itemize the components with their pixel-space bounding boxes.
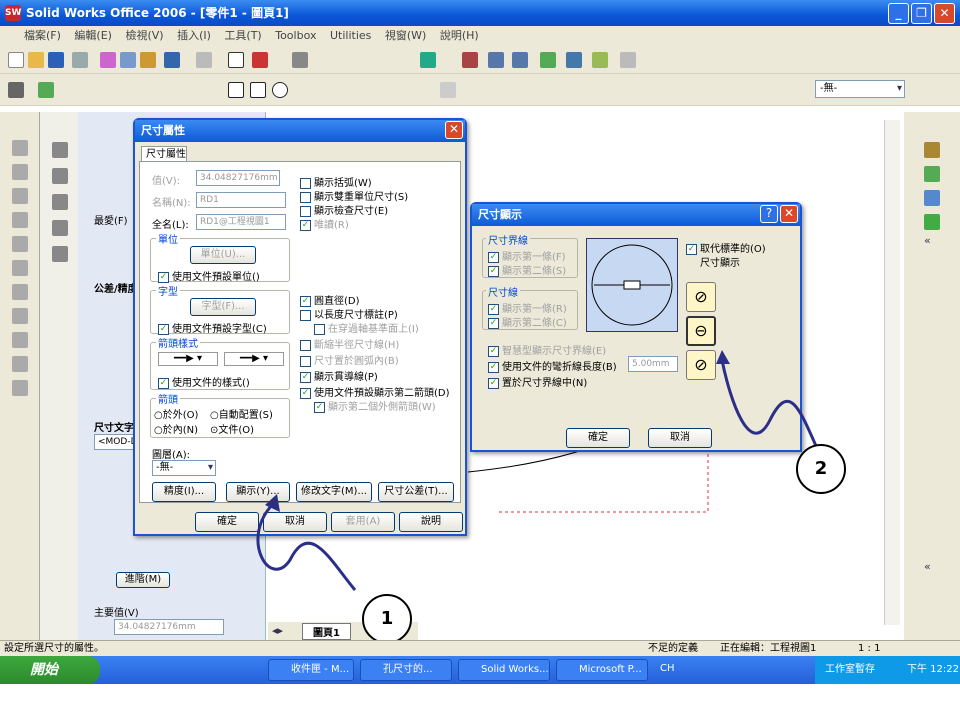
page-bottom-margin [0, 684, 960, 720]
status-message: 設定所選尺寸的屬性。 [4, 643, 104, 654]
taskbar: 開始 收件匣 - M... 孔尺寸的... Solid Works... Mic… [0, 656, 960, 684]
task-inbox[interactable]: 收件匣 - M... [268, 659, 354, 681]
status-definition: 不足的定義 [648, 643, 698, 654]
status-editing: 正在編輯：工程視圖1 [720, 643, 817, 654]
callout-1: 1 [362, 594, 412, 644]
callout-2: 2 [796, 444, 846, 494]
start-button[interactable]: 開始 [0, 656, 100, 684]
task-powerpoint[interactable]: Microsoft P... [556, 659, 648, 681]
status-bar: 設定所選尺寸的屬性。 不足的定義 正在編輯：工程視圖1 1 : 1 [0, 640, 960, 656]
annotation-arrows [256, 350, 822, 591]
task-solidworks[interactable]: Solid Works... [458, 659, 550, 681]
tray-label: 工作室暫存 [825, 664, 875, 675]
clock: 下午 12:22 [907, 664, 959, 675]
system-tray: 工作室暫存 下午 12:22 [815, 656, 960, 684]
status-scale: 1 : 1 [858, 643, 881, 654]
task-hole-dim[interactable]: 孔尺寸的... [360, 659, 452, 681]
language-indicator[interactable]: CH [660, 663, 675, 674]
